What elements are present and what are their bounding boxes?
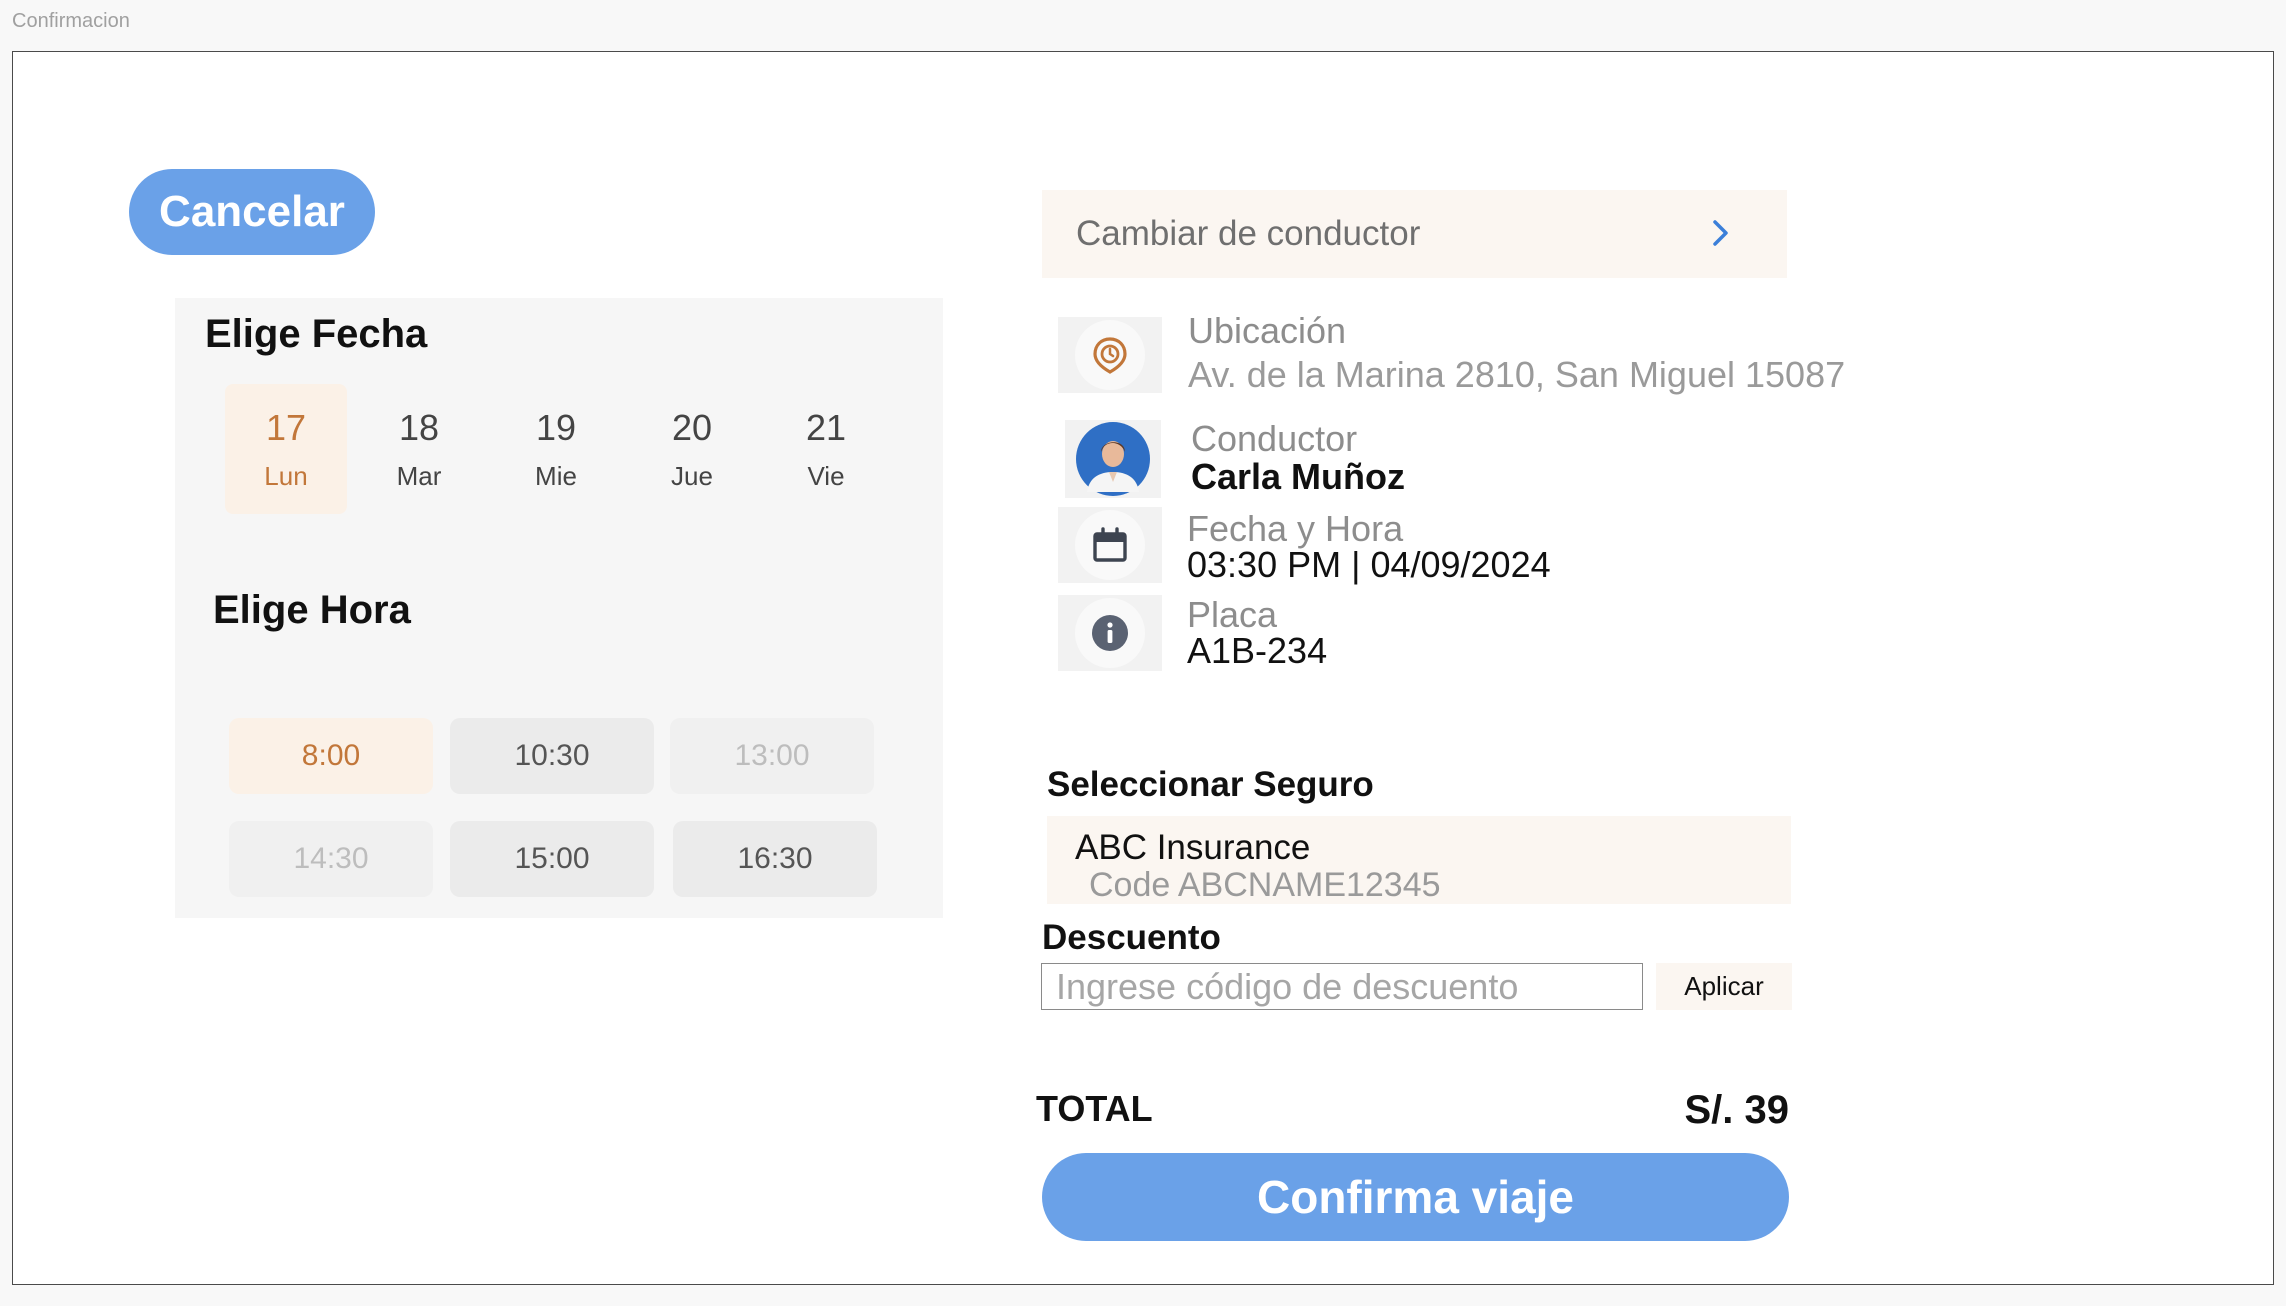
chevron-right-icon <box>1713 220 1728 246</box>
discount-code-input[interactable] <box>1041 963 1643 1010</box>
total-label: TOTAL <box>1036 1088 1153 1129</box>
date-option[interactable]: 18 Mar <box>358 384 480 514</box>
total-amount: S/. 39 <box>1684 1088 1789 1132</box>
location-label: Ubicación <box>1188 310 1347 351</box>
plate-value: A1B-234 <box>1187 630 1328 671</box>
date-number: 17 <box>265 406 307 448</box>
time-slot[interactable]: 14:30 <box>229 821 433 897</box>
date-number: 20 <box>671 406 713 448</box>
info-icon-box <box>1058 595 1162 671</box>
insurance-title: Seleccionar Seguro <box>1047 765 1374 804</box>
time-slot[interactable]: 8:00 <box>229 718 433 794</box>
info-icon <box>1092 615 1128 651</box>
datetime-value: 03:30 PM | 04/09/2024 <box>1187 544 1551 585</box>
date-weekday: Mar <box>396 460 442 491</box>
location-clock-icon <box>1093 337 1127 374</box>
driver-name: Carla Muñoz <box>1191 456 1406 497</box>
date-number: 21 <box>805 406 847 448</box>
window-title: Confirmacion <box>12 10 130 32</box>
location-icon-box <box>1058 317 1162 393</box>
date-option[interactable]: 21 Vie <box>765 384 887 514</box>
time-slot[interactable]: 13:00 <box>670 718 874 794</box>
date-option[interactable]: 20 Jue <box>631 384 753 514</box>
time-slot[interactable]: 16:30 <box>673 821 877 897</box>
date-weekday: Jue <box>671 460 713 491</box>
discount-title: Descuento <box>1042 918 1221 957</box>
confirm-trip-button[interactable]: Confirma viaje <box>1042 1153 1789 1241</box>
calendar-icon-box <box>1058 507 1162 583</box>
driver-avatar <box>1065 420 1161 498</box>
date-number: 19 <box>535 406 577 448</box>
change-driver-button[interactable]: Cambiar de conductor <box>1042 190 1787 278</box>
time-slot[interactable]: 10:30 <box>450 718 654 794</box>
date-option[interactable]: 19 Mie <box>495 384 617 514</box>
insurance-name: ABC Insurance <box>1075 828 1311 867</box>
confirmation-frame: Cancelar Elige Fecha 17 Lun 18 Mar 19 Mi… <box>12 51 2274 1285</box>
schedule-picker-panel: Elige Fecha 17 Lun 18 Mar 19 Mie 20 Jue … <box>175 298 943 918</box>
cancel-button[interactable]: Cancelar <box>129 169 375 255</box>
insurance-code: Code ABCNAME12345 <box>1089 866 1441 904</box>
date-section-title: Elige Fecha <box>205 312 428 356</box>
date-weekday: Vie <box>807 460 845 491</box>
date-weekday: Mie <box>535 460 577 491</box>
date-option[interactable]: 17 Lun <box>225 384 347 514</box>
apply-discount-button[interactable]: Aplicar <box>1656 963 1792 1010</box>
time-slot[interactable]: 15:00 <box>450 821 654 897</box>
date-number: 18 <box>398 406 440 448</box>
change-driver-label: Cambiar de conductor <box>1076 214 1421 253</box>
location-value: Av. de la Marina 2810, San Miguel 15087 <box>1188 354 1846 395</box>
date-weekday: Lun <box>264 460 308 491</box>
time-section-title: Elige Hora <box>213 588 411 632</box>
driver-label: Conductor <box>1191 418 1358 459</box>
insurance-option[interactable]: ABC Insurance Code ABCNAME12345 <box>1047 816 1791 904</box>
calendar-icon <box>1093 527 1127 562</box>
